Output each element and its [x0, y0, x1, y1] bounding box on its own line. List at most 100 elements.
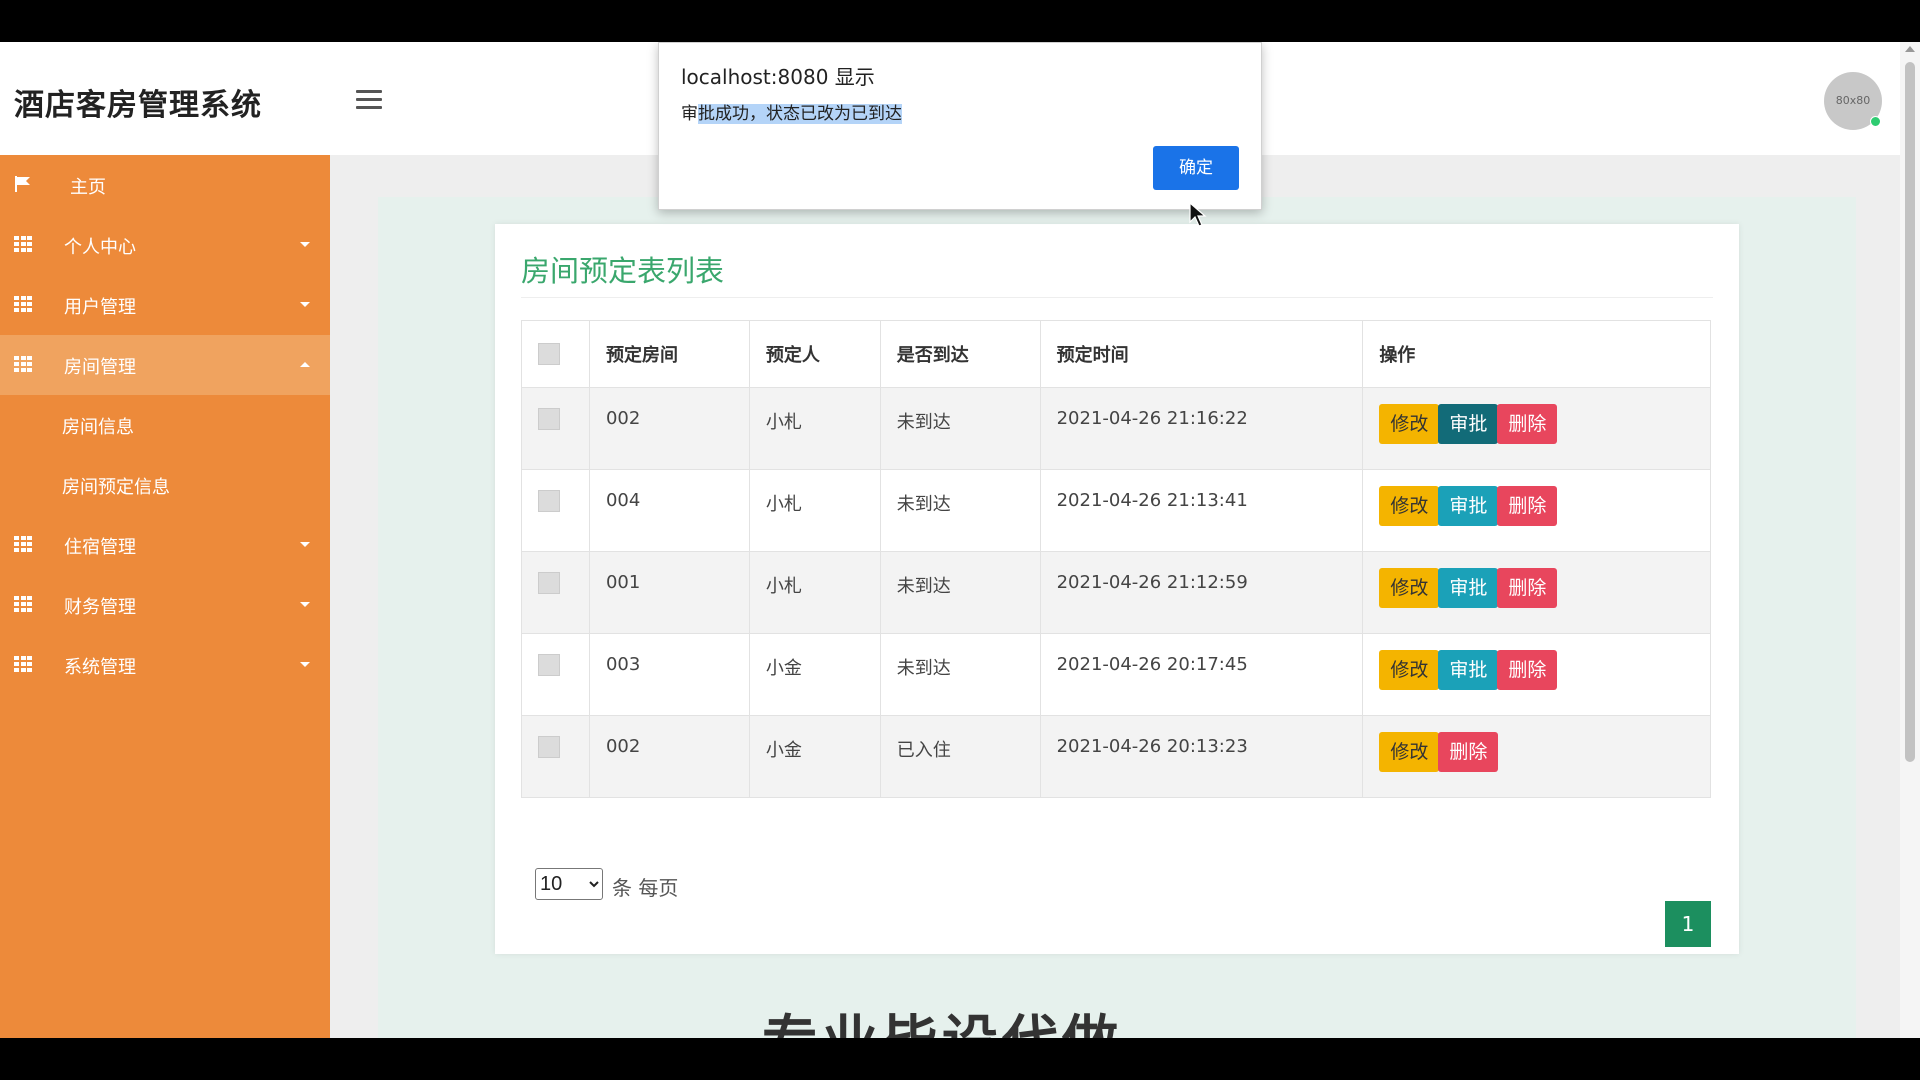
sidebar-item-home[interactable]: 主页 — [0, 155, 330, 215]
grid-icon — [14, 596, 32, 612]
sidebar-item-room-management[interactable]: 房间管理 — [0, 335, 330, 395]
cell-actions: 修改 审批 删除 — [1362, 387, 1711, 470]
row-checkbox[interactable] — [538, 654, 560, 676]
cell-actions: 修改 审批 删除 — [1362, 633, 1711, 716]
cell-time: 2021-04-26 21:13:41 — [1039, 469, 1364, 552]
cell-person: 小札 — [748, 387, 881, 470]
sidebar-item-label: 系统管理 — [64, 657, 136, 678]
page-title: 房间预定表列表 — [521, 254, 725, 288]
approve-button[interactable]: 审批 — [1438, 486, 1499, 526]
sidebar-subitem-room-info[interactable]: 房间信息 — [0, 395, 330, 455]
scroll-up-arrow-icon[interactable] — [1905, 46, 1915, 52]
grid-icon — [14, 536, 32, 552]
select-all-checkbox[interactable] — [538, 343, 560, 365]
caret-down-icon — [300, 302, 310, 307]
browser-viewport: 酒店客房管理系统 80x80 主页 个人中心 用户管理 房间管理 房间信息 房间… — [0, 42, 1920, 1038]
scroll-thumb[interactable] — [1905, 62, 1915, 762]
edit-button[interactable]: 修改 — [1379, 404, 1440, 444]
table-row: 001 小札 未到达 2021-04-26 21:12:59 修改 审批 删除 — [521, 551, 1711, 634]
edit-button[interactable]: 修改 — [1379, 732, 1440, 772]
sidebar-item-finance-management[interactable]: 财务管理 — [0, 575, 330, 635]
cell-arrived: 未到达 — [879, 387, 1041, 470]
dialog-origin: localhost:8080 显示 — [681, 65, 875, 89]
edit-button[interactable]: 修改 — [1379, 486, 1440, 526]
column-header: 操作 — [1362, 320, 1711, 388]
flag-icon — [15, 176, 30, 192]
cell-time: 2021-04-26 20:13:23 — [1039, 715, 1364, 798]
cell-actions: 修改 审批 删除 — [1362, 551, 1711, 634]
column-header: 预定人 — [748, 320, 881, 388]
row-checkbox[interactable] — [538, 490, 560, 512]
title-divider — [521, 297, 1713, 298]
edit-button[interactable]: 修改 — [1379, 568, 1440, 608]
sidebar-item-label: 房间信息 — [62, 417, 134, 438]
delete-button[interactable]: 删除 — [1497, 650, 1558, 690]
grid-icon — [14, 236, 32, 252]
table-row: 004 小札 未到达 2021-04-26 21:13:41 修改 审批 删除 — [521, 469, 1711, 552]
grid-icon — [14, 656, 32, 672]
dialog-message-prefix: 审 — [681, 104, 698, 124]
cell-person: 小札 — [748, 469, 881, 552]
sidebar-item-personal-center[interactable]: 个人中心 — [0, 215, 330, 275]
page-size-select[interactable]: 10 — [535, 868, 603, 900]
cell-time: 2021-04-26 21:16:22 — [1039, 387, 1364, 470]
column-header: 预定房间 — [588, 320, 750, 388]
alert-dialog: localhost:8080 显示 审批成功，状态已改为已到达 确定 — [658, 42, 1262, 210]
table-header-row: 预定房间 预定人 是否到达 预定时间 操作 — [521, 320, 1711, 388]
sidebar-item-label: 用户管理 — [64, 297, 136, 318]
cell-arrived: 未到达 — [879, 469, 1041, 552]
sidebar-item-label: 主页 — [70, 177, 106, 198]
delete-button[interactable]: 删除 — [1497, 404, 1558, 444]
cell-room: 001 — [588, 551, 750, 634]
app-title: 酒店客房管理系统 — [14, 88, 262, 123]
delete-button[interactable]: 删除 — [1497, 486, 1558, 526]
cell-arrived: 未到达 — [879, 551, 1041, 634]
cell-arrived: 未到达 — [879, 633, 1041, 716]
cell-room: 002 — [588, 387, 750, 470]
sidebar-item-label: 个人中心 — [64, 237, 136, 258]
cell-person: 小金 — [748, 715, 881, 798]
cell-actions: 修改 删除 — [1362, 715, 1711, 798]
caret-down-icon — [300, 602, 310, 607]
approve-button[interactable]: 审批 — [1438, 404, 1499, 444]
sidebar-item-lodging-management[interactable]: 住宿管理 — [0, 515, 330, 575]
dialog-ok-button[interactable]: 确定 — [1153, 146, 1239, 190]
sidebar-item-label: 房间预定信息 — [62, 477, 170, 498]
caret-down-icon — [300, 662, 310, 667]
menu-toggle-icon[interactable] — [356, 90, 382, 110]
cell-room: 002 — [588, 715, 750, 798]
page-button-current[interactable]: 1 — [1665, 901, 1711, 947]
booking-table: 预定房间 预定人 是否到达 预定时间 操作 002 小札 未到达 2021-04… — [521, 320, 1711, 798]
row-checkbox[interactable] — [538, 736, 560, 758]
sidebar-item-label: 房间管理 — [64, 357, 136, 378]
booking-list-card: 房间预定表列表 预定房间 预定人 是否到达 预定时间 操作 002 小札 未到达… — [495, 224, 1739, 954]
edit-button[interactable]: 修改 — [1379, 650, 1440, 690]
page-scrollbar[interactable] — [1900, 42, 1920, 1038]
sidebar-subitem-room-booking[interactable]: 房间预定信息 — [0, 455, 330, 515]
cell-person: 小金 — [748, 633, 881, 716]
approve-button[interactable]: 审批 — [1438, 568, 1499, 608]
table-row: 002 小札 未到达 2021-04-26 21:16:22 修改 审批 删除 — [521, 387, 1711, 470]
column-header: 预定时间 — [1039, 320, 1364, 388]
sidebar-item-user-management[interactable]: 用户管理 — [0, 275, 330, 335]
grid-icon — [14, 356, 32, 372]
sidebar-item-system-management[interactable]: 系统管理 — [0, 635, 330, 695]
column-header: 是否到达 — [879, 320, 1041, 388]
sidebar: 主页 个人中心 用户管理 房间管理 房间信息 房间预定信息 住宿管理 财务管理 … — [0, 155, 330, 1038]
online-status-dot — [1870, 116, 1881, 127]
delete-button[interactable]: 删除 — [1497, 568, 1558, 608]
sidebar-item-label: 住宿管理 — [64, 537, 136, 558]
cell-time: 2021-04-26 20:17:45 — [1039, 633, 1364, 716]
cell-actions: 修改 审批 删除 — [1362, 469, 1711, 552]
delete-button[interactable]: 删除 — [1438, 732, 1499, 772]
caret-up-icon — [300, 362, 310, 367]
cell-room: 004 — [588, 469, 750, 552]
grid-icon — [14, 296, 32, 312]
row-checkbox[interactable] — [538, 408, 560, 430]
approve-button[interactable]: 审批 — [1438, 650, 1499, 690]
cell-person: 小札 — [748, 551, 881, 634]
cell-arrived: 已入住 — [879, 715, 1041, 798]
table-row: 003 小金 未到达 2021-04-26 20:17:45 修改 审批 删除 — [521, 633, 1711, 716]
row-checkbox[interactable] — [538, 572, 560, 594]
sidebar-item-label: 财务管理 — [64, 597, 136, 618]
